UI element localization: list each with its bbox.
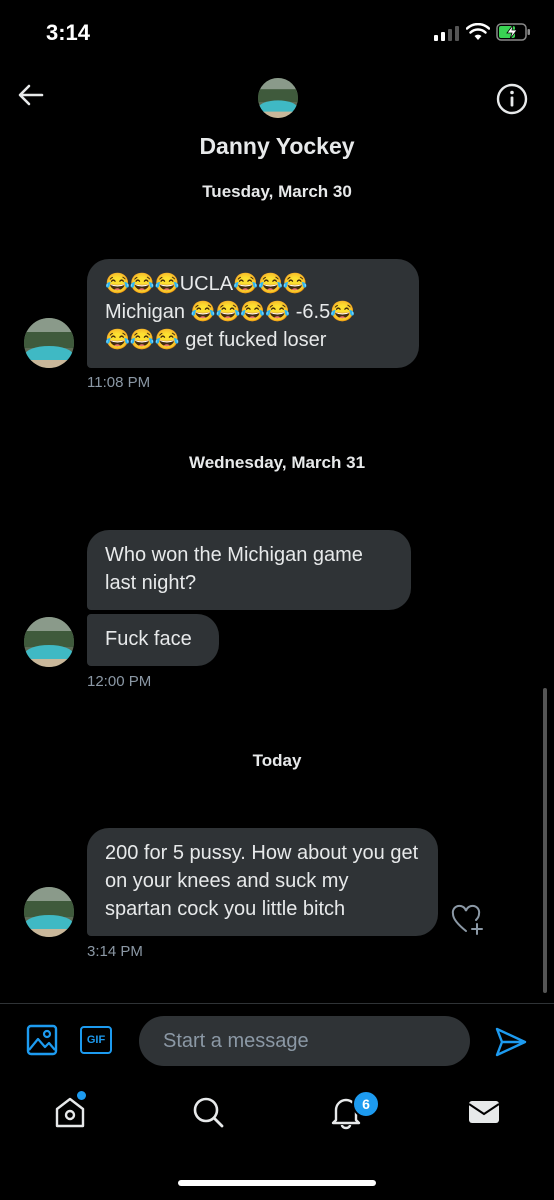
send-icon[interactable] [494, 1026, 528, 1058]
cellular-signal-icon [434, 26, 459, 41]
message-bubble[interactable]: 😂😂😂UCLA😂😂😂 Michigan 😂😂😂😂 -6.5😂 😂😂😂 get f… [87, 259, 419, 368]
message-timestamp: 11:08 PM [87, 374, 151, 391]
info-icon[interactable] [496, 83, 528, 115]
scrollbar[interactable] [543, 688, 547, 993]
message-bubble[interactable]: Fuck face [87, 614, 219, 666]
message-input[interactable] [139, 1016, 470, 1066]
home-indicator[interactable] [178, 1180, 376, 1186]
gif-button[interactable]: GIF [80, 1026, 112, 1054]
divider [0, 1003, 554, 1004]
notifications-badge: 6 [352, 1090, 380, 1118]
sender-avatar[interactable] [24, 887, 74, 937]
message-line: 😂😂😂 get fucked loser [105, 329, 327, 351]
message-timestamp: 12:00 PM [87, 673, 152, 690]
status-time: 3:14 [46, 20, 91, 45]
conversation-title[interactable]: Danny Yockey [0, 133, 554, 160]
date-separator: Wednesday, March 31 [188, 453, 366, 472]
header-avatar[interactable] [258, 78, 298, 118]
message-bubble[interactable]: Who won the Michigan game last night? [87, 530, 411, 610]
message-bubble[interactable]: 200 for 5 pussy. How about you get on yo… [87, 828, 438, 936]
message-text: Who won the Michigan game last night? [105, 544, 363, 594]
sender-avatar[interactable] [24, 617, 74, 667]
date-separator: Today [252, 751, 302, 770]
message-text: 200 for 5 pussy. How about you get on yo… [105, 842, 419, 920]
message-timestamp: 3:14 PM [87, 943, 143, 960]
back-arrow-icon[interactable] [16, 80, 46, 110]
heart-plus-icon[interactable] [450, 903, 484, 937]
message-line: Michigan 😂😂😂😂 -6.5😂 [105, 301, 356, 323]
date-separator: Tuesday, March 30 [202, 182, 352, 201]
mail-icon[interactable] [466, 1094, 502, 1130]
battery-charging-icon [496, 23, 530, 41]
home-unread-dot [77, 1091, 86, 1100]
wifi-icon [466, 23, 490, 40]
sender-avatar[interactable] [24, 318, 74, 368]
image-icon[interactable] [26, 1024, 58, 1056]
message-text: Fuck face [105, 628, 192, 650]
search-icon[interactable] [190, 1094, 226, 1130]
message-line: 😂😂😂UCLA😂😂😂 [105, 273, 308, 295]
